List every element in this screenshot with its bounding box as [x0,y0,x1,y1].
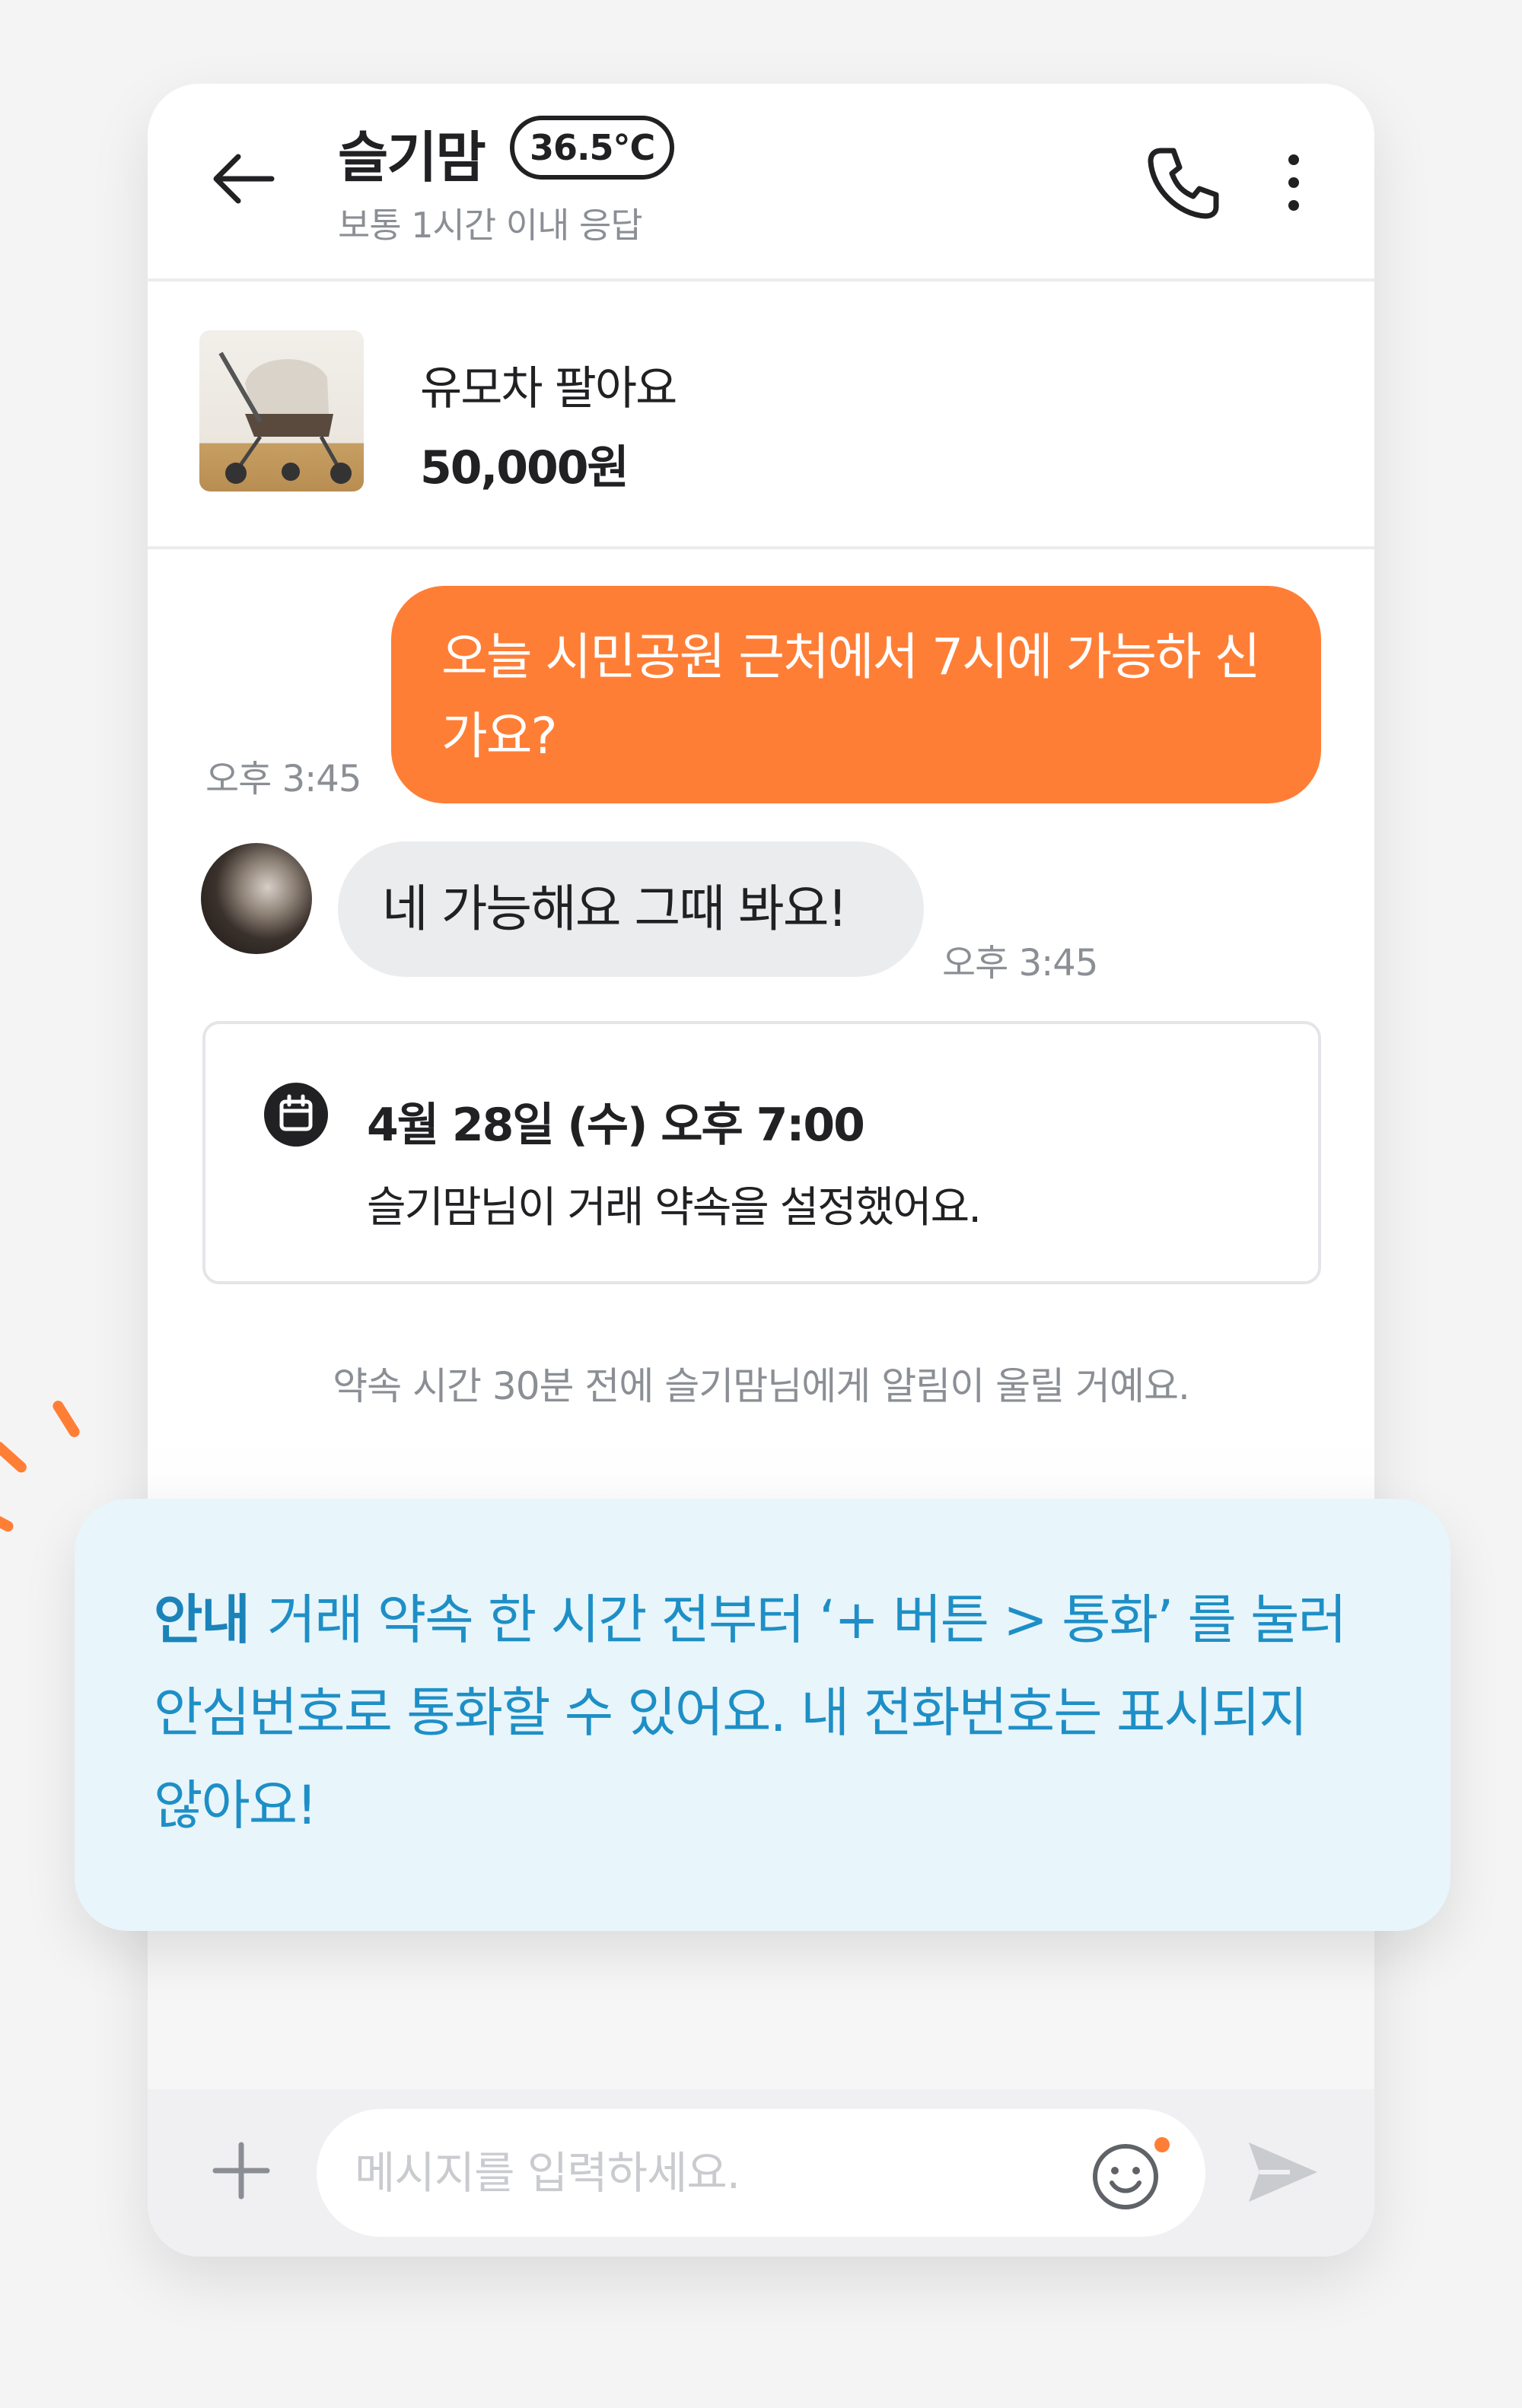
plus-icon [212,2142,270,2200]
phone-icon [1148,148,1219,219]
message-time: 오후 3:45 [942,942,1098,985]
product-title: 유모차 팔아요 [420,362,677,415]
appointment-description: 슬기맘님이 거래 약속을 설정했어요. [367,1183,982,1233]
appointment-card[interactable]: 4월 28일 (수) 오후 7:00 슬기맘님이 거래 약속을 설정했어요. [202,1021,1321,1284]
message-input[interactable] [317,2109,1205,2237]
send-button[interactable] [1233,2130,1332,2214]
more-vertical-icon [1288,154,1299,211]
product-summary[interactable]: 유모차 팔아요 50,000원 [148,282,1374,549]
chat-partner-name: 슬기맘 [338,126,486,189]
appointment-datetime: 4월 28일 (수) 오후 7:00 [367,1099,865,1152]
call-button[interactable] [1137,137,1228,228]
calendar-icon [264,1083,328,1147]
decorative-spark [50,1398,82,1439]
guide-text: 거래 약속 한 시간 전부터 ‘+ 버튼 > 통화’ 를 눌러 안심번호로 통화… [154,1589,1347,1837]
chat-header: 슬기맘 36.5°C 보통 1시간 이내 응답 [148,84,1374,282]
message-input-bar [148,2089,1374,2257]
guide-notice-card: 안내 거래 약속 한 시간 전부터 ‘+ 버튼 > 통화’ 를 눌러 안심번호로 … [75,1499,1450,1931]
back-button[interactable] [209,145,277,213]
response-time-text: 보통 1시간 이내 응답 [338,205,643,246]
decorative-spark [0,1439,29,1475]
decorative-spark [0,1509,15,1534]
product-price: 50,000원 [420,441,629,495]
plus-button[interactable] [195,2124,288,2217]
emoji-button[interactable] [1085,2132,1177,2216]
incoming-message-bubble[interactable]: 네 가능해요 그때 봐요! [338,841,924,977]
message-time: 오후 3:45 [205,758,361,800]
stroller-image [199,330,364,491]
arrow-left-icon [213,154,275,204]
send-icon [1249,2142,1317,2202]
more-button[interactable] [1271,145,1317,221]
guide-label: 안내 [154,1589,250,1651]
emoji-icon [1093,2137,1170,2209]
manner-temperature-badge: 36.5°C [510,116,675,180]
reminder-notice: 약속 시간 30분 전에 슬기맘님에게 알림이 울릴 거예요. [333,1364,1190,1408]
outgoing-message-bubble[interactable]: 오늘 시민공원 근처에서 7시에 가능하 신가요? [391,586,1321,803]
avatar[interactable] [201,843,312,954]
